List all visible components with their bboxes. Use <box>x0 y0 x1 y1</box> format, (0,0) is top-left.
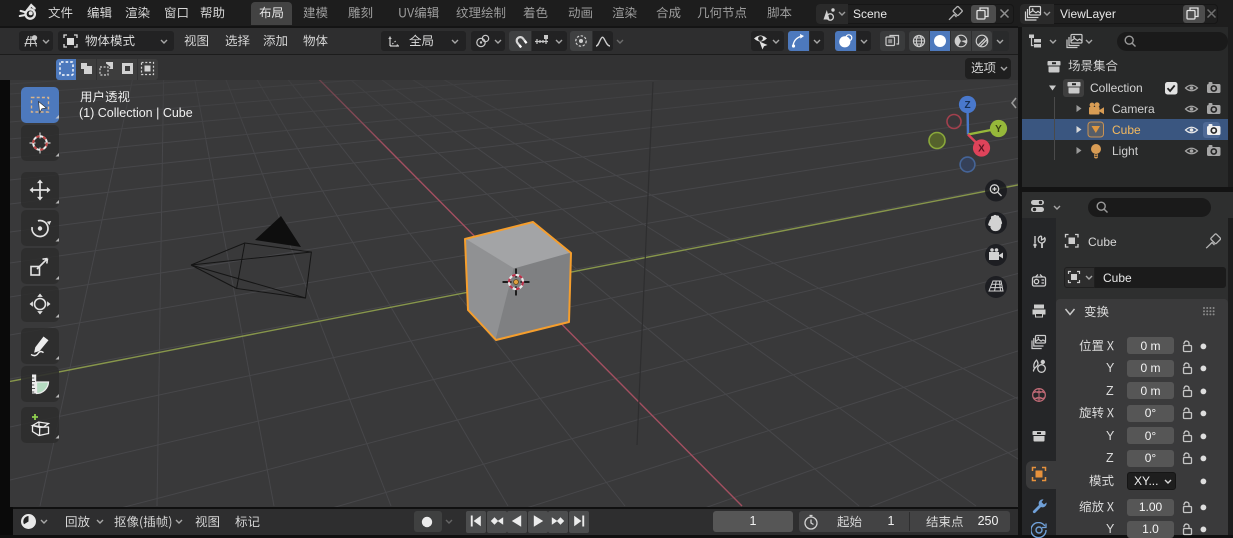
svg-text:Z: Z <box>964 100 970 111</box>
svg-text:Y: Y <box>995 124 1002 135</box>
svg-text:X: X <box>978 143 985 154</box>
